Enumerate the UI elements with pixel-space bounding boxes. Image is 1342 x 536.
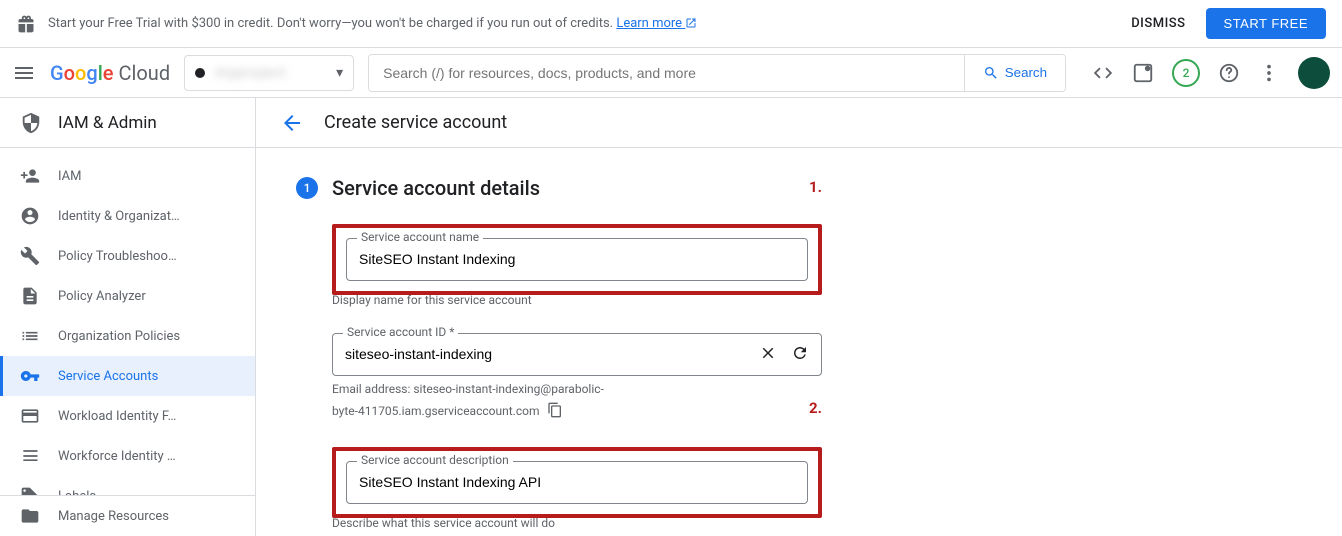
search-box: Search	[368, 54, 1066, 92]
page-title: Create service account	[324, 112, 507, 133]
avatar[interactable]	[1298, 57, 1330, 89]
back-arrow-icon[interactable]	[280, 111, 304, 135]
search-button[interactable]: Search	[964, 55, 1065, 91]
cloud-shell-icon[interactable]	[1092, 62, 1114, 84]
sidebar-item-policy-analyzer[interactable]: Policy Analyzer	[0, 276, 255, 316]
email-line2: byte-411705.iam.gserviceaccount.com	[332, 402, 539, 421]
people-icon	[20, 166, 40, 186]
help-icon[interactable]	[1218, 62, 1240, 84]
caret-down-icon: ▾	[336, 65, 343, 81]
name-helper: Display name for this service account	[332, 293, 822, 307]
notifications-icon[interactable]	[1132, 62, 1154, 84]
sidebar-item-workload-identity-f-[interactable]: Workload Identity F…	[0, 396, 255, 436]
project-dot-icon	[195, 68, 205, 78]
sidebar-item-label: Manage Resources	[58, 509, 169, 524]
sidebar-item-label: Policy Troubleshoo…	[58, 249, 177, 264]
menu-icon[interactable]	[12, 61, 36, 85]
sidebar-item-identity-organizat-[interactable]: Identity & Organizat…	[0, 196, 255, 236]
refresh-icon[interactable]	[791, 344, 809, 362]
copy-icon[interactable]	[547, 402, 563, 418]
sidebar-item-label: Workforce Identity …	[58, 449, 176, 464]
sidebar-item-label: Service Accounts	[58, 369, 158, 384]
service-account-desc-input[interactable]	[359, 474, 795, 490]
sidebar-item-label: Policy Analyzer	[58, 289, 146, 304]
list-icon	[20, 326, 40, 346]
folder-icon	[20, 506, 40, 526]
learn-more-link[interactable]: Learn more	[616, 16, 697, 31]
account-icon	[20, 206, 40, 226]
id-field-label: Service account ID *	[343, 325, 458, 339]
google-cloud-logo[interactable]: Google Cloud	[50, 61, 170, 85]
project-selector[interactable]: myproject ▾	[184, 55, 354, 91]
sidebar-item-organization-policies[interactable]: Organization Policies	[0, 316, 255, 356]
sidebar-item-label: Identity & Organizat…	[58, 209, 180, 224]
sidebar-item-iam[interactable]: IAM	[0, 156, 255, 196]
sidebar-item-service-accounts[interactable]: Service Accounts	[0, 356, 255, 396]
wrench-icon	[20, 246, 40, 266]
sidebar-item-workforce-identity-[interactable]: Workforce Identity …	[0, 436, 255, 476]
more-icon[interactable]	[1258, 62, 1280, 84]
doc-icon	[20, 286, 40, 306]
sidebar-item-labels[interactable]: Labels	[0, 476, 255, 495]
clear-icon[interactable]	[759, 344, 777, 362]
sidebar-title: IAM & Admin	[0, 98, 255, 148]
name-field-label: Service account name	[357, 230, 483, 244]
sidebar-item-label: Organization Policies	[58, 329, 180, 344]
start-free-button[interactable]: START FREE	[1206, 8, 1326, 39]
annotation-1: 1.	[809, 178, 822, 196]
sidebar-item-label: IAM	[58, 169, 81, 184]
service-account-name-input[interactable]	[359, 251, 795, 267]
card-icon	[20, 406, 40, 426]
sidebar-item-policy-troubleshoo-[interactable]: Policy Troubleshoo…	[0, 236, 255, 276]
tag-icon	[20, 486, 40, 495]
shield-icon	[20, 112, 42, 134]
promo-text: Start your Free Trial with $300 in credi…	[48, 16, 1131, 31]
step-title: Service account details	[332, 176, 540, 200]
sidebar-item-manage-resources[interactable]: Manage Resources	[0, 496, 255, 536]
sidebar-item-label: Workload Identity F…	[58, 409, 176, 424]
lines-icon	[20, 446, 40, 466]
dismiss-button[interactable]: DISMISS	[1131, 16, 1185, 31]
email-line1: Email address: siteseo-instant-indexing@…	[332, 382, 822, 396]
gift-icon	[16, 14, 36, 34]
trial-badge[interactable]: 2	[1172, 59, 1200, 87]
key-icon	[20, 366, 40, 386]
step-badge: 1	[296, 177, 318, 199]
desc-field-label: Service account description	[357, 453, 513, 467]
search-input[interactable]	[369, 55, 964, 91]
desc-helper: Describe what this service account will …	[332, 516, 822, 530]
service-account-id-input[interactable]	[345, 346, 809, 362]
annotation-2: 2.	[809, 396, 822, 420]
